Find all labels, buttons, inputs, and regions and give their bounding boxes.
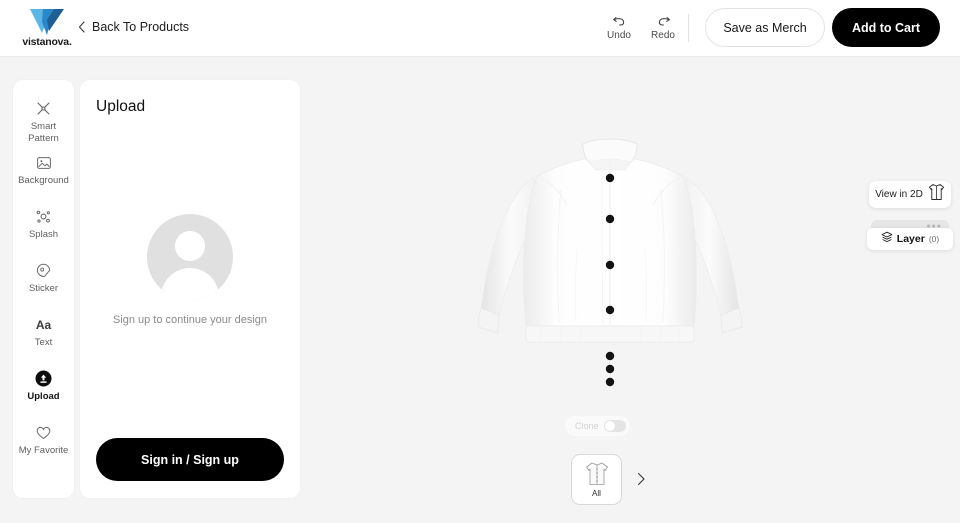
view-in-2d-button[interactable]: View in 2D <box>869 181 951 208</box>
sidebar-item-splash[interactable]: Splash <box>13 208 74 262</box>
upload-circle-icon <box>35 370 52 387</box>
jacket-button <box>605 214 615 224</box>
view-in-2d-label: View in 2D <box>875 189 923 200</box>
jacket-button <box>605 364 615 374</box>
product-canvas[interactable]: View in 2D ●●● Layer (0) Clone All <box>310 58 960 523</box>
app-header: vistanova. Back To Products Undo Redo Sa… <box>0 0 960 57</box>
sidebar-item-label: My Favorite <box>18 445 69 456</box>
sidebar-item-label: Smart Pattern <box>28 121 59 144</box>
user-avatar-placeholder <box>147 214 233 300</box>
layers-stack-icon <box>881 230 893 248</box>
add-to-cart-button[interactable]: Add to Cart <box>832 8 940 47</box>
view-thumbnail-strip: All <box>571 452 691 506</box>
avatar-head <box>175 231 205 261</box>
sidebar-item-background[interactable]: Background <box>13 154 74 208</box>
redo-label: Redo <box>651 30 675 41</box>
avatar-body <box>161 268 219 300</box>
back-to-products-label: Back To Products <box>92 20 190 34</box>
text-aa-icon: Aa <box>35 317 52 332</box>
sidebar-item-text[interactable]: Aa Text <box>13 316 74 370</box>
sidebar-item-smart-pattern[interactable]: Smart Pattern <box>13 100 74 154</box>
thumbnail-label: All <box>592 489 601 498</box>
sticker-tag-icon <box>36 262 51 279</box>
garment-outline-icon <box>928 183 945 206</box>
heart-icon <box>36 424 51 441</box>
v-logo-icon <box>30 8 64 35</box>
chevron-right-icon[interactable] <box>634 472 648 486</box>
sidebar-item-upload[interactable]: Upload <box>13 370 74 424</box>
tool-sidebar: Smart Pattern Background Splash Sticker … <box>13 80 74 498</box>
jacket-button <box>605 351 615 361</box>
undo-label: Undo <box>607 30 631 41</box>
undo-button[interactable]: Undo <box>597 13 641 41</box>
sidebar-item-label: Splash <box>28 229 59 240</box>
signup-hint: Sign up to continue your design <box>112 314 268 326</box>
sidebar-item-sticker[interactable]: Sticker <box>13 262 74 316</box>
layer-panel-control: ●●● Layer (0) <box>867 220 953 250</box>
panel-title: Upload <box>96 98 146 115</box>
jacket-button <box>605 305 615 315</box>
sidebar-item-label: Sticker <box>28 283 59 294</box>
undo-arrow-icon <box>612 17 624 26</box>
brand-logo[interactable]: vistanova. <box>16 5 78 51</box>
layer-button[interactable]: Layer (0) <box>867 228 953 250</box>
brand-name: vistanova. <box>22 35 72 48</box>
sidebar-item-label: Background <box>18 175 69 186</box>
clone-label: Clone <box>575 421 599 431</box>
upload-panel: Upload Sign up to continue your design S… <box>80 80 300 498</box>
jacket-button <box>605 377 615 387</box>
splash-icon <box>36 208 51 225</box>
design-studio-app: vistanova. Back To Products Undo Redo Sa… <box>0 0 960 523</box>
thumbnail-all[interactable]: All <box>571 453 622 505</box>
layer-label: Layer <box>896 233 925 245</box>
jacket-thumb-icon <box>584 460 610 488</box>
jacket-button <box>605 260 615 270</box>
redo-button[interactable]: Redo <box>641 13 685 41</box>
white-bomber-jacket[interactable] <box>465 130 755 420</box>
toggle-switch-off-icon[interactable] <box>603 420 626 432</box>
clone-toggle[interactable]: Clone <box>565 416 630 436</box>
sidebar-item-my-favorite[interactable]: My Favorite <box>13 424 74 478</box>
smart-pattern-icon <box>36 100 51 117</box>
header-divider <box>688 14 689 42</box>
sidebar-item-label: Text <box>34 337 53 348</box>
toggle-knob <box>604 421 615 431</box>
save-as-merch-button[interactable]: Save as Merch <box>705 8 825 47</box>
layer-count: (0) <box>928 234 940 244</box>
back-to-products-link[interactable]: Back To Products <box>78 20 189 34</box>
sidebar-item-label: Upload <box>27 391 60 402</box>
chevron-left-icon <box>78 21 85 33</box>
jacket-button <box>605 173 615 183</box>
sign-in-sign-up-button[interactable]: Sign in / Sign up <box>96 438 284 481</box>
redo-arrow-icon <box>658 17 670 26</box>
background-image-icon <box>36 154 51 171</box>
